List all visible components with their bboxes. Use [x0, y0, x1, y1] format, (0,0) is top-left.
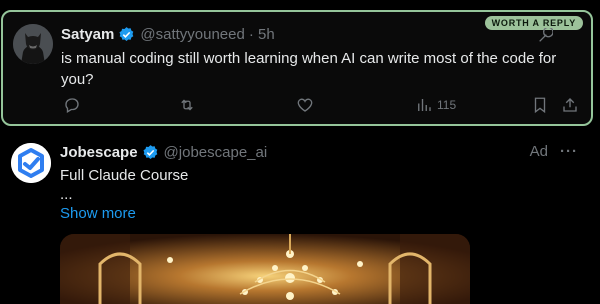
author-name[interactable]: Satyam [61, 26, 114, 43]
retweet-icon [181, 99, 193, 111]
share-button[interactable] [561, 96, 579, 114]
avatar[interactable] [13, 24, 53, 64]
like-button[interactable] [296, 96, 314, 114]
advertiser-avatar[interactable] [11, 143, 51, 183]
verified-badge-icon [119, 27, 134, 41]
reply-icon [65, 98, 79, 113]
ad-label: Ad [529, 143, 548, 160]
advertiser-handle[interactable]: @jobescape_ai [164, 144, 268, 161]
show-more-link[interactable]: Show more [60, 205, 136, 222]
advertiser-name[interactable]: Jobescape [60, 144, 138, 161]
reply-button[interactable] [63, 96, 81, 114]
tweet-text: is manual coding still worth learning wh… [61, 50, 557, 88]
verified-badge-icon [143, 145, 157, 159]
share-icon [563, 98, 577, 112]
retweet-button[interactable] [178, 96, 196, 114]
views-icon [418, 99, 431, 111]
views-button[interactable]: 115 [415, 96, 456, 114]
bookmark-icon [534, 97, 546, 114]
bookmark-button[interactable] [531, 96, 549, 114]
action-bar: 115 [61, 96, 585, 118]
tweet-card-highlighted[interactable]: WORTH A REPLY Satyam @sattyyouneed · 5h … [1, 10, 593, 126]
like-icon [297, 98, 313, 112]
worth-a-reply-badge: WORTH A REPLY [484, 16, 583, 30]
grok-icon[interactable] [537, 28, 553, 44]
more-options-button[interactable]: ··· [560, 143, 578, 160]
timestamp[interactable]: · 5h [249, 26, 275, 43]
views-count: 115 [437, 98, 457, 112]
author-handle[interactable]: @sattyyouneed [140, 26, 244, 43]
ad-text-line1: Full Claude Course [60, 167, 189, 184]
ad-text: Full Claude Course ... [60, 166, 188, 204]
ad-text-line2: ... [60, 186, 73, 203]
promoted-tweet[interactable]: Jobescape @jobescape_ai Ad ··· Full Clau… [0, 130, 600, 304]
